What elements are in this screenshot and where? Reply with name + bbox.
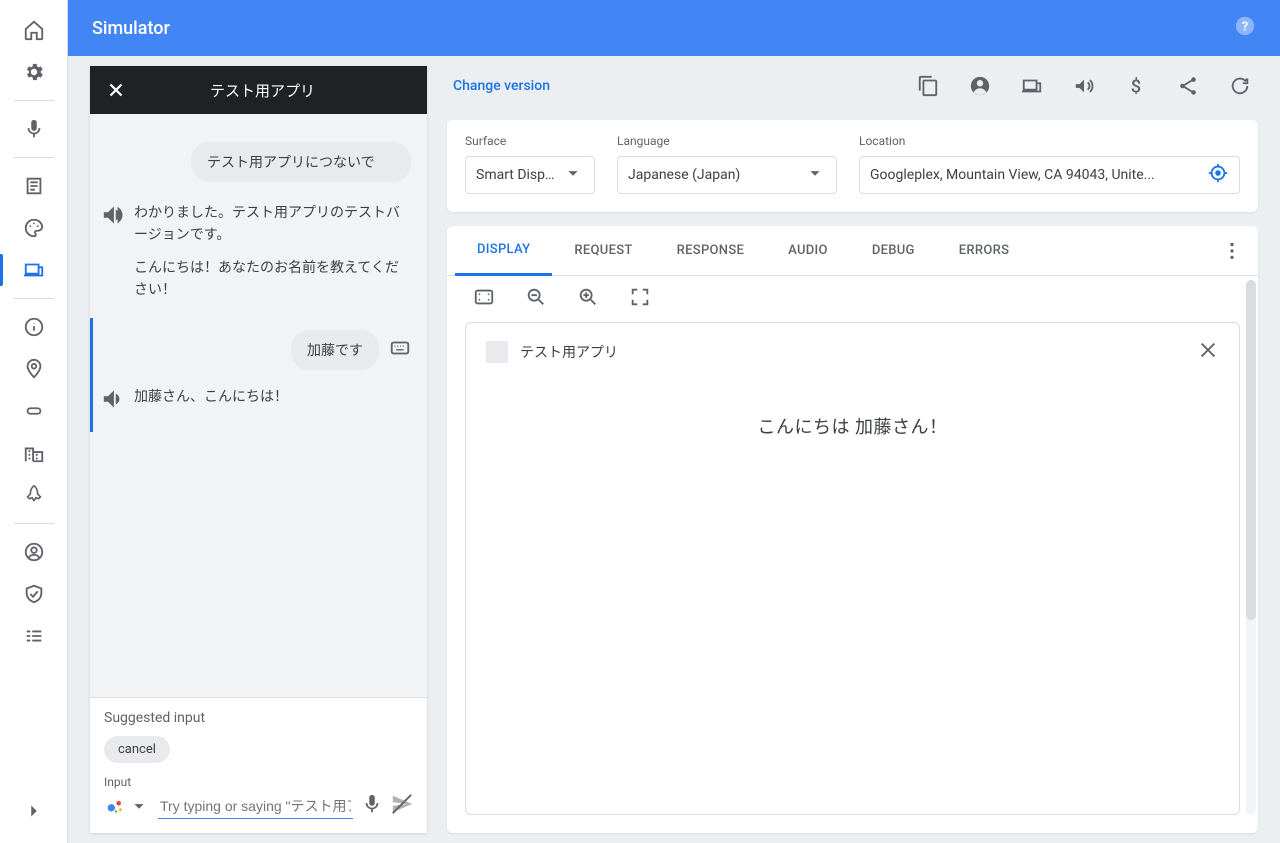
language-dropdown[interactable]: Japanese (Japan) <box>617 156 837 194</box>
user-message: テスト用アプリにつないで <box>191 142 411 182</box>
help-icon[interactable]: ? <box>1234 15 1256 42</box>
nav-account-icon[interactable] <box>10 532 58 572</box>
nav-info-icon[interactable] <box>10 307 58 347</box>
chat-stream: テスト用アプリにつないで わかりました。テスト用アプリのテストバージョンです。 … <box>90 114 427 697</box>
send-disabled-icon <box>391 793 413 819</box>
scrollbar-thumb[interactable] <box>1246 280 1256 620</box>
chevron-down-icon <box>804 162 826 188</box>
nav-shield-icon[interactable] <box>10 574 58 614</box>
fullscreen-icon[interactable] <box>629 286 651 312</box>
page-title: Simulator <box>92 18 170 39</box>
nav-settings-icon[interactable] <box>10 52 58 92</box>
chat-input[interactable] <box>158 794 353 819</box>
nav-home-icon[interactable] <box>10 10 58 50</box>
tab-response[interactable]: RESPONSE <box>655 227 767 274</box>
tab-audio[interactable]: AUDIO <box>766 227 850 274</box>
tab-errors[interactable]: ERRORS <box>937 227 1032 274</box>
assistant-logo-icon[interactable] <box>104 795 150 817</box>
share-icon[interactable] <box>1176 74 1200 98</box>
surface-dropdown[interactable]: Smart Displ… <box>465 156 595 194</box>
nav-palette-icon[interactable] <box>10 208 58 248</box>
top-bar: Simulator ? <box>68 0 1280 56</box>
change-version-link[interactable]: Change version <box>453 78 550 94</box>
nav-devices-icon[interactable] <box>10 250 58 290</box>
suggested-input-section: Suggested input cancel <box>90 698 427 769</box>
chevron-down-icon <box>562 162 584 188</box>
nav-chip-icon[interactable] <box>10 391 58 431</box>
tab-debug[interactable]: DEBUG <box>850 227 937 274</box>
tabs-card: DISPLAY REQUEST RESPONSE AUDIO DEBUG ERR… <box>447 226 1258 833</box>
smart-display-icon[interactable] <box>1020 74 1044 98</box>
svg-text:$: $ <box>1131 76 1141 97</box>
close-icon[interactable] <box>102 76 130 104</box>
assistant-message: わかりました。テスト用アプリのテストバージョンです。 こんにちは！あなたのお名前… <box>98 190 417 318</box>
active-turn: 加藤です 加藤さん、こんにちは！ <box>90 318 417 432</box>
tab-request[interactable]: REQUEST <box>552 227 654 274</box>
location-label: Location <box>859 134 1240 148</box>
device-app-title: テスト用アプリ <box>520 342 618 362</box>
nav-business-icon[interactable] <box>10 433 58 473</box>
user-message-row: 加藤です <box>98 326 417 374</box>
nav-list-icon[interactable] <box>10 616 58 656</box>
app-logo-placeholder <box>486 341 508 363</box>
mic-icon[interactable] <box>361 793 383 819</box>
my-location-icon <box>1207 162 1229 188</box>
close-icon[interactable] <box>1197 339 1219 365</box>
tabs-row: DISPLAY REQUEST RESPONSE AUDIO DEBUG ERR… <box>447 226 1258 276</box>
assistant-message: 加藤さん、こんにちは！ <box>98 374 417 424</box>
account-icon[interactable] <box>968 74 992 98</box>
left-nav <box>0 0 68 843</box>
device-preview: テスト用アプリ こんにちは 加藤さん！ <box>465 322 1240 815</box>
volume-icon[interactable] <box>1072 74 1096 98</box>
speaker-icon[interactable] <box>102 202 124 312</box>
nav-expand-icon[interactable] <box>10 791 58 831</box>
nav-notes-icon[interactable] <box>10 166 58 206</box>
input-label: Input <box>104 775 413 789</box>
more-icon[interactable] <box>1214 240 1250 262</box>
control-bar: Change version $ <box>447 66 1258 106</box>
surface-label: Surface <box>465 134 595 148</box>
zoom-out-icon[interactable] <box>525 286 547 312</box>
zoom-in-icon[interactable] <box>577 286 599 312</box>
settings-card: Surface Smart Displ… Language Japanese (… <box>447 120 1258 212</box>
nav-rocket-icon[interactable] <box>10 475 58 515</box>
suggested-input-label: Suggested input <box>104 710 413 726</box>
fit-screen-icon[interactable] <box>473 286 495 312</box>
speaker-icon[interactable] <box>102 386 124 418</box>
chat-header: テスト用アプリ <box>90 66 427 114</box>
copy-icon[interactable] <box>916 74 940 98</box>
display-tools <box>447 276 1258 322</box>
language-label: Language <box>617 134 837 148</box>
location-field[interactable]: Googleplex, Mountain View, CA 94043, Uni… <box>859 156 1240 194</box>
chat-title: テスト用アプリ <box>130 80 415 101</box>
keyboard-icon <box>389 337 411 363</box>
chat-panel: テスト用アプリ テスト用アプリにつないで わかりました。テスト用アプリのテストバ… <box>90 66 427 833</box>
nav-mic-icon[interactable] <box>10 109 58 149</box>
device-message: こんにちは 加藤さん！ <box>758 413 948 439</box>
dollar-icon[interactable]: $ <box>1124 74 1148 98</box>
tab-display[interactable]: DISPLAY <box>455 226 552 276</box>
suggested-chip[interactable]: cancel <box>104 736 170 763</box>
svg-text:?: ? <box>1242 19 1248 34</box>
refresh-icon[interactable] <box>1228 74 1252 98</box>
nav-location-icon[interactable] <box>10 349 58 389</box>
